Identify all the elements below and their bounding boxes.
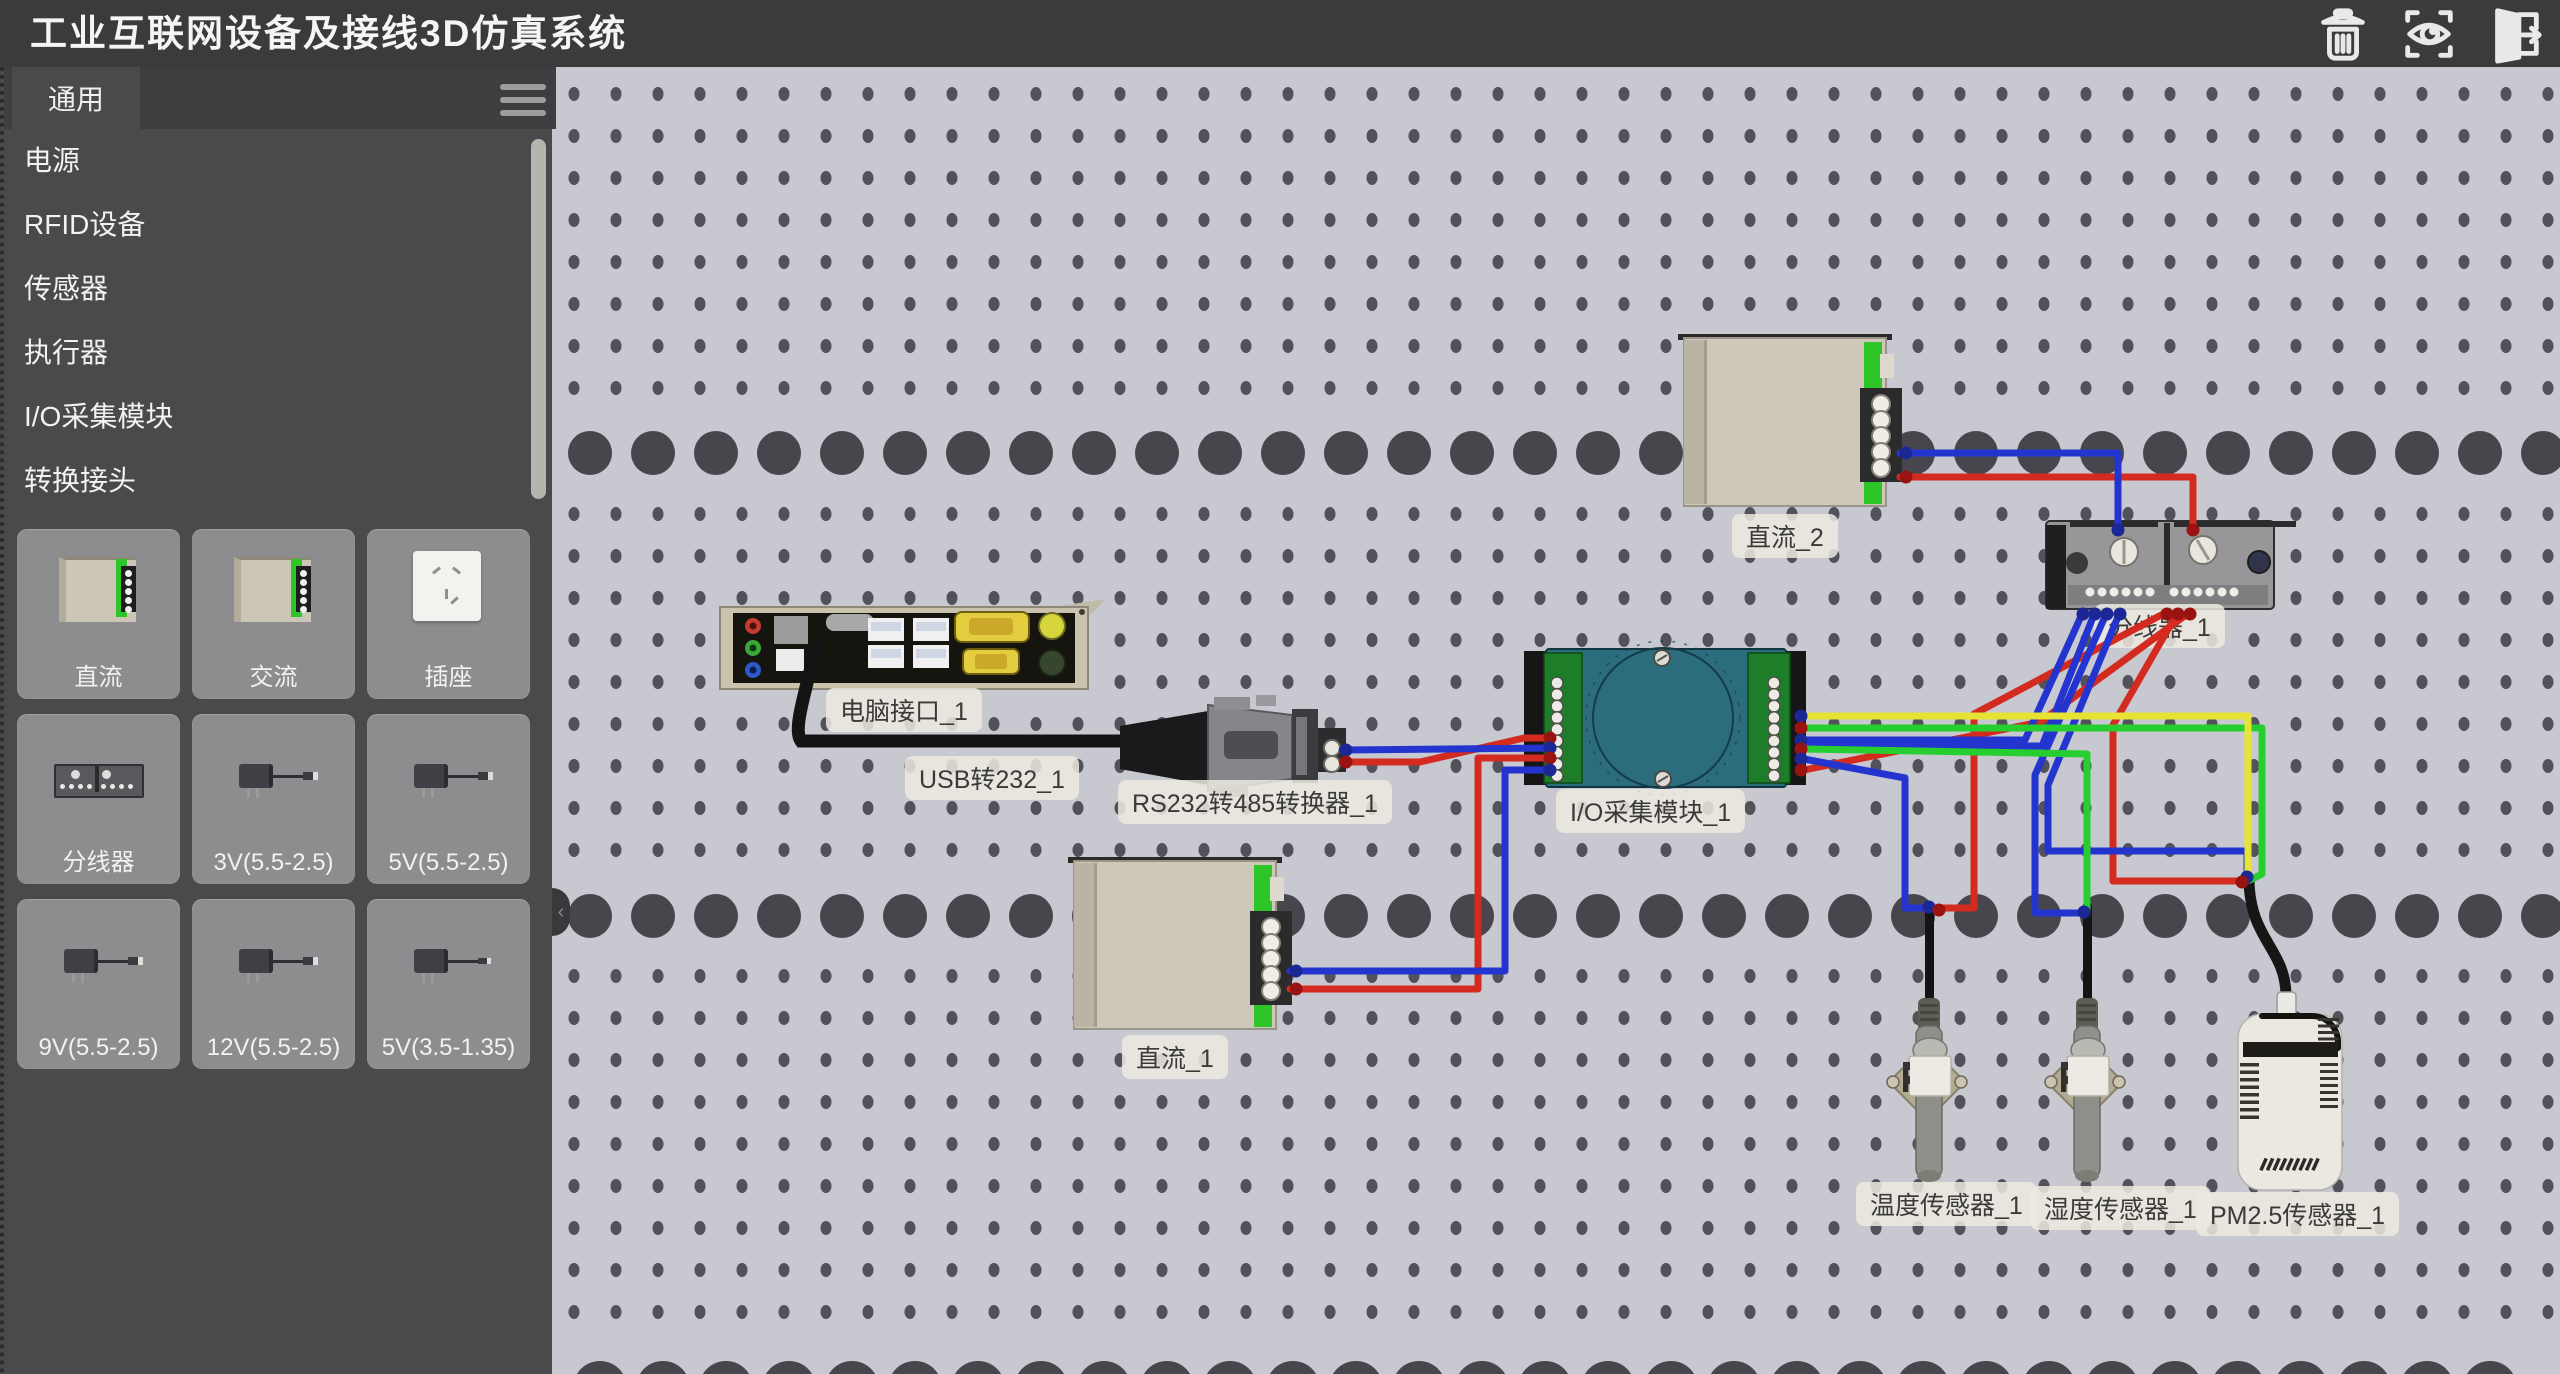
tab-general[interactable]: 通用	[12, 67, 140, 129]
sidebar: 通用 电源 RFID设备 传感器 执行器 I/O采集模块 转换接头 直流 交流 …	[0, 67, 552, 1374]
device-label-rs485: RS232转485转换器_1	[1118, 780, 1392, 824]
power-adapter-icon	[223, 913, 323, 1013]
device-label-humid: 湿度传感器_1	[2030, 1186, 2211, 1230]
palette-item-splitter[interactable]: 分线器	[17, 714, 180, 884]
device-labels-layer: 电脑接口_1 USB转232_1 RS232转485转换器_1 I/O采集模块_1 直流…	[552, 67, 2560, 1374]
view-focus-icon[interactable]	[2398, 3, 2460, 65]
device-label-pc: 电脑接口_1	[826, 688, 982, 732]
palette-item-label: 直流	[17, 657, 180, 692]
device-label-splitter1: 分线器_1	[2094, 604, 2225, 648]
device-palette: 直流 交流 插座 分线器 3V(5.5-2.5) 5V(5.5-2.5) 9V(…	[17, 529, 530, 1069]
device-label-dc1: 直流_1	[1122, 1035, 1228, 1079]
power-adapter-icon	[223, 728, 323, 828]
power-adapter-icon	[48, 913, 148, 1013]
top-bar: 工业互联网设备及接线3D仿真系统	[0, 0, 2560, 67]
delete-button[interactable]	[2312, 3, 2374, 65]
ac-board-icon	[223, 543, 323, 643]
category-rfid[interactable]: RFID设备	[4, 193, 556, 257]
palette-item-dc[interactable]: 直流	[17, 529, 180, 699]
device-label-temp: 温度传感器_1	[1856, 1182, 2037, 1226]
palette-item-label: 12V(5.5-2.5)	[192, 1034, 355, 1062]
splitter-icon	[48, 728, 148, 828]
app-title: 工业互联网设备及接线3D仿真系统	[30, 0, 627, 67]
category-power[interactable]: 电源	[4, 129, 556, 193]
category-actuator[interactable]: 执行器	[4, 321, 556, 385]
palette-item-label: 3V(5.5-2.5)	[192, 849, 355, 877]
palette-item-socket[interactable]: 插座	[367, 529, 530, 699]
category-sensor[interactable]: 传感器	[4, 257, 556, 321]
device-label-dc2: 直流_2	[1732, 514, 1838, 558]
power-adapter-icon	[398, 913, 498, 1013]
palette-item-label: 5V(3.5-1.35)	[367, 1034, 530, 1062]
exit-icon[interactable]	[2484, 3, 2546, 65]
category-io[interactable]: I/O采集模块	[4, 385, 556, 449]
palette-item-ac[interactable]: 交流	[192, 529, 355, 699]
power-adapter-icon	[398, 728, 498, 828]
palette-item-12v[interactable]: 12V(5.5-2.5)	[192, 899, 355, 1069]
app-window: { "app": { "title": "工业互联网设备及接线3D仿真系统" }…	[0, 0, 2560, 1374]
palette-item-label: 交流	[192, 657, 355, 692]
device-label-pm25: PM2.5传感器_1	[2196, 1192, 2399, 1236]
palette-item-5v-slim[interactable]: 5V(3.5-1.35)	[367, 899, 530, 1069]
palette-item-label: 插座	[367, 657, 530, 692]
palette-item-5v[interactable]: 5V(5.5-2.5)	[367, 714, 530, 884]
palette-item-label: 分线器	[17, 842, 180, 877]
toolbar	[2312, 2, 2546, 66]
palette-item-9v[interactable]: 9V(5.5-2.5)	[17, 899, 180, 1069]
socket-icon	[398, 543, 498, 643]
simulation-viewport[interactable]: 电脑接口_1 USB转232_1 RS232转485转换器_1 I/O采集模块_1 直流…	[552, 67, 2560, 1374]
device-label-usb232: USB转232_1	[905, 756, 1079, 800]
sidebar-scrollbar[interactable]	[531, 139, 546, 499]
device-label-io: I/O采集模块_1	[1556, 789, 1745, 833]
palette-item-label: 5V(5.5-2.5)	[367, 849, 530, 877]
palette-item-label: 9V(5.5-2.5)	[17, 1034, 180, 1062]
category-list: 电源 RFID设备 传感器 执行器 I/O采集模块 转换接头	[4, 129, 556, 513]
category-adapter[interactable]: 转换接头	[4, 449, 556, 513]
dc-board-icon	[48, 543, 148, 643]
menu-icon[interactable]	[500, 84, 548, 118]
tab-strip: 通用	[4, 67, 556, 129]
palette-item-3v[interactable]: 3V(5.5-2.5)	[192, 714, 355, 884]
